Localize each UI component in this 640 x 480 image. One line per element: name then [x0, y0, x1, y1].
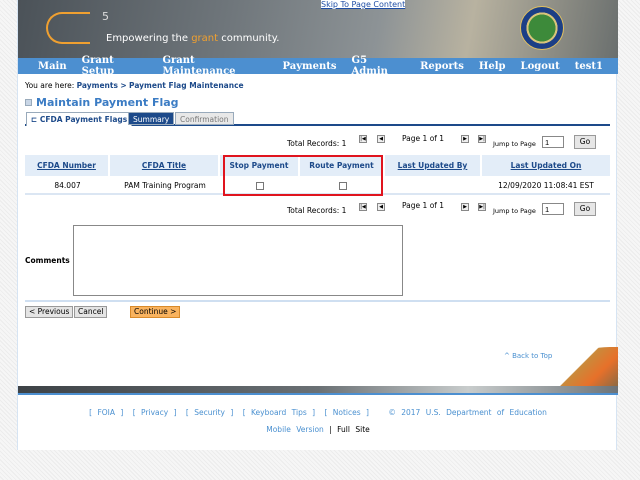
- breadcrumb-payments[interactable]: Payments: [77, 81, 118, 90]
- col-last-updated-by[interactable]: Last Updated By: [385, 155, 482, 176]
- footer-privacy-link[interactable]: [ Privacy ]: [133, 408, 177, 417]
- mobile-version-link[interactable]: Mobile Version: [266, 425, 324, 434]
- nav-payments[interactable]: Payments: [283, 61, 337, 72]
- nav-user[interactable]: test1: [575, 61, 603, 72]
- highlight-box: [223, 155, 383, 196]
- copyright: © 2017 U.S. Department of Education: [388, 408, 547, 417]
- jump-to-page-input[interactable]: [542, 203, 564, 215]
- next-page-icon[interactable]: ▶: [461, 135, 469, 143]
- tagline: Empowering the grant community.: [106, 33, 280, 44]
- title-icon: [25, 99, 32, 106]
- tab-bar: ⊏ CFDA Payment Flags Summary Confirmatio…: [25, 112, 610, 126]
- first-page-icon[interactable]: |◀: [359, 135, 367, 143]
- col-cfda-title[interactable]: CFDA Title: [110, 155, 220, 176]
- nav-g5-admin[interactable]: G5 Admin: [352, 55, 406, 77]
- page: 5 Empowering the grant community. Skip T…: [17, 0, 618, 450]
- go-button[interactable]: Go: [574, 202, 596, 216]
- continue-button[interactable]: Continue >: [130, 306, 181, 318]
- page-title: Maintain Payment Flag: [25, 96, 179, 109]
- footer-foia-link[interactable]: [ FOIA ]: [89, 408, 123, 417]
- breadcrumb-current[interactable]: Payment Flag Maintenance: [129, 81, 244, 90]
- jump-to-page-input[interactable]: [542, 136, 564, 148]
- site-version: Mobile Version | Full Site: [266, 425, 370, 434]
- footer-notices-link[interactable]: [ Notices ]: [324, 408, 369, 417]
- header-banner: 5 Empowering the grant community.: [18, 0, 618, 58]
- col-last-updated-on[interactable]: Last Updated On: [482, 155, 610, 176]
- nav-logout[interactable]: Logout: [521, 61, 560, 72]
- classroom-image: [550, 347, 618, 387]
- footer-keyboard-tips-link[interactable]: [ Keyboard Tips ]: [243, 408, 315, 417]
- tab-confirmation[interactable]: Confirmation: [175, 112, 234, 125]
- previous-button[interactable]: < Previous: [25, 306, 74, 318]
- nav-help[interactable]: Help: [479, 61, 506, 72]
- footer-links: [ FOIA ] [ Privacy ] [ Security ] [ Keyb…: [18, 408, 618, 417]
- pager-top: Total Records: 1 |◀ ◀ Page 1 of 1 ▶ ▶| J…: [18, 130, 618, 150]
- col-cfda-number[interactable]: CFDA Number: [25, 155, 110, 176]
- prev-page-icon[interactable]: ◀: [377, 203, 385, 211]
- tab-cfda-payment-flags[interactable]: ⊏ CFDA Payment Flags: [26, 112, 133, 126]
- g5-logo: [46, 12, 90, 44]
- footer-band: [18, 386, 618, 395]
- last-page-icon[interactable]: ▶|: [478, 203, 486, 211]
- footer-security-link[interactable]: [ Security ]: [186, 408, 233, 417]
- last-page-icon[interactable]: ▶|: [478, 135, 486, 143]
- department-seal-icon: [520, 6, 564, 50]
- prev-page-icon[interactable]: ◀: [377, 135, 385, 143]
- nav-grant-setup[interactable]: Grant Setup: [82, 55, 148, 77]
- nav-grant-maintenance[interactable]: Grant Maintenance: [162, 55, 267, 77]
- breadcrumb: You are here: Payments > Payment Flag Ma…: [25, 81, 244, 90]
- divider: [25, 300, 610, 302]
- cancel-button[interactable]: Cancel: [74, 306, 108, 318]
- nav-main[interactable]: Main: [38, 61, 67, 72]
- pager-bottom: Total Records: 1 |◀ ◀ Page 1 of 1 ▶ ▶| J…: [18, 197, 618, 217]
- nav-reports[interactable]: Reports: [420, 61, 464, 72]
- logo-number: 5: [102, 10, 109, 23]
- tab-summary[interactable]: Summary: [128, 112, 175, 125]
- comments-label: Comments: [25, 256, 70, 265]
- first-page-icon[interactable]: |◀: [359, 203, 367, 211]
- comments-textarea[interactable]: [73, 225, 403, 296]
- main-nav: Main Grant Setup Grant Maintenance Payme…: [18, 55, 618, 77]
- next-page-icon[interactable]: ▶: [461, 203, 469, 211]
- full-site-label: Full Site: [337, 425, 370, 434]
- back-to-top-link[interactable]: ^ Back to Top: [504, 352, 552, 360]
- go-button[interactable]: Go: [574, 135, 596, 149]
- skip-to-content-link[interactable]: Skip To Page Content: [321, 0, 406, 9]
